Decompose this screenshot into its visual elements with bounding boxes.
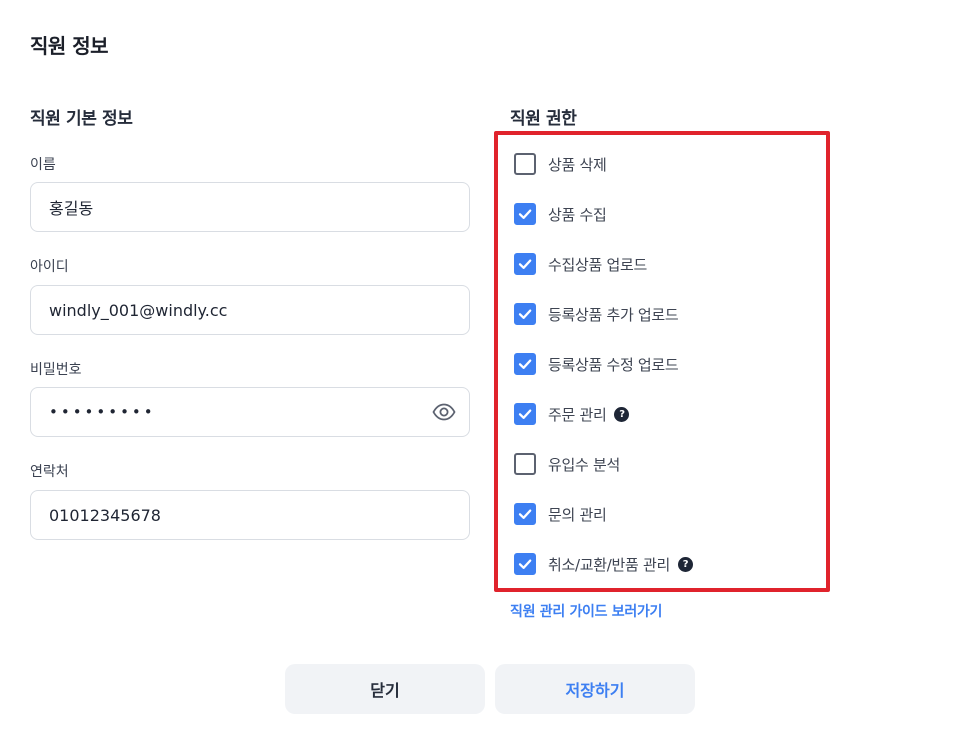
permission-item[interactable]: 취소/교환/반품 관리? (514, 552, 693, 576)
check-icon (518, 359, 532, 369)
id-label: 아이디 (30, 259, 69, 275)
check-icon (518, 509, 532, 519)
permission-label: 등록상품 추가 업로드 (548, 305, 679, 324)
permission-label: 등록상품 수정 업로드 (548, 355, 679, 374)
permission-label: 유입수 분석 (548, 455, 620, 474)
checkbox-checked[interactable] (514, 553, 536, 575)
check-icon (518, 259, 532, 269)
contact-field[interactable]: 01012345678 (30, 490, 470, 540)
password-value: ••••••••• (49, 403, 156, 421)
guide-link[interactable]: 직원 관리 가이드 보러가기 (510, 601, 662, 621)
check-icon (518, 309, 532, 319)
permission-item[interactable]: 상품 수집 (514, 202, 607, 226)
checkbox-checked[interactable] (514, 303, 536, 325)
check-icon (518, 409, 532, 419)
permission-label: 주문 관리 (548, 405, 607, 424)
id-value: windly_001@windly.cc (49, 300, 228, 320)
permission-label: 수집상품 업로드 (548, 255, 647, 274)
permission-item[interactable]: 등록상품 추가 업로드 (514, 302, 679, 326)
checkbox-checked[interactable] (514, 253, 536, 275)
name-value: 홍길동 (49, 199, 94, 218)
checkbox-checked[interactable] (514, 353, 536, 375)
checkbox-unchecked[interactable] (514, 153, 536, 175)
check-icon (518, 209, 532, 219)
contact-value: 01012345678 (49, 505, 161, 525)
id-field[interactable]: windly_001@windly.cc (30, 285, 470, 335)
permission-label: 취소/교환/반품 관리 (548, 555, 670, 574)
password-field[interactable]: ••••••••• (30, 387, 470, 437)
save-button[interactable]: 저장하기 (495, 664, 695, 714)
password-label: 비밀번호 (30, 362, 82, 378)
page-title: 직원 정보 (30, 34, 109, 58)
permission-item[interactable]: 문의 관리 (514, 502, 607, 526)
permission-label: 문의 관리 (548, 505, 607, 524)
close-button[interactable]: 닫기 (285, 664, 485, 714)
check-icon (518, 559, 532, 569)
permission-item[interactable]: 수집상품 업로드 (514, 252, 647, 276)
permission-item[interactable]: 등록상품 수정 업로드 (514, 352, 679, 376)
name-field[interactable]: 홍길동 (30, 182, 470, 232)
checkbox-checked[interactable] (514, 203, 536, 225)
help-icon[interactable]: ? (614, 406, 630, 422)
contact-label: 연락처 (30, 464, 69, 480)
checkbox-unchecked[interactable] (514, 453, 536, 475)
eye-icon[interactable] (431, 399, 457, 425)
permission-item[interactable]: 유입수 분석 (514, 452, 620, 476)
checkbox-checked[interactable] (514, 503, 536, 525)
permission-label: 상품 수집 (548, 205, 607, 224)
permission-label: 상품 삭제 (548, 155, 607, 174)
basic-info-title: 직원 기본 정보 (30, 109, 133, 129)
permission-item[interactable]: 주문 관리? (514, 402, 630, 426)
permission-item[interactable]: 상품 삭제 (514, 152, 607, 176)
name-label: 이름 (30, 157, 56, 173)
permissions-title: 직원 권한 (510, 109, 577, 129)
checkbox-checked[interactable] (514, 403, 536, 425)
help-icon[interactable]: ? (677, 556, 693, 572)
